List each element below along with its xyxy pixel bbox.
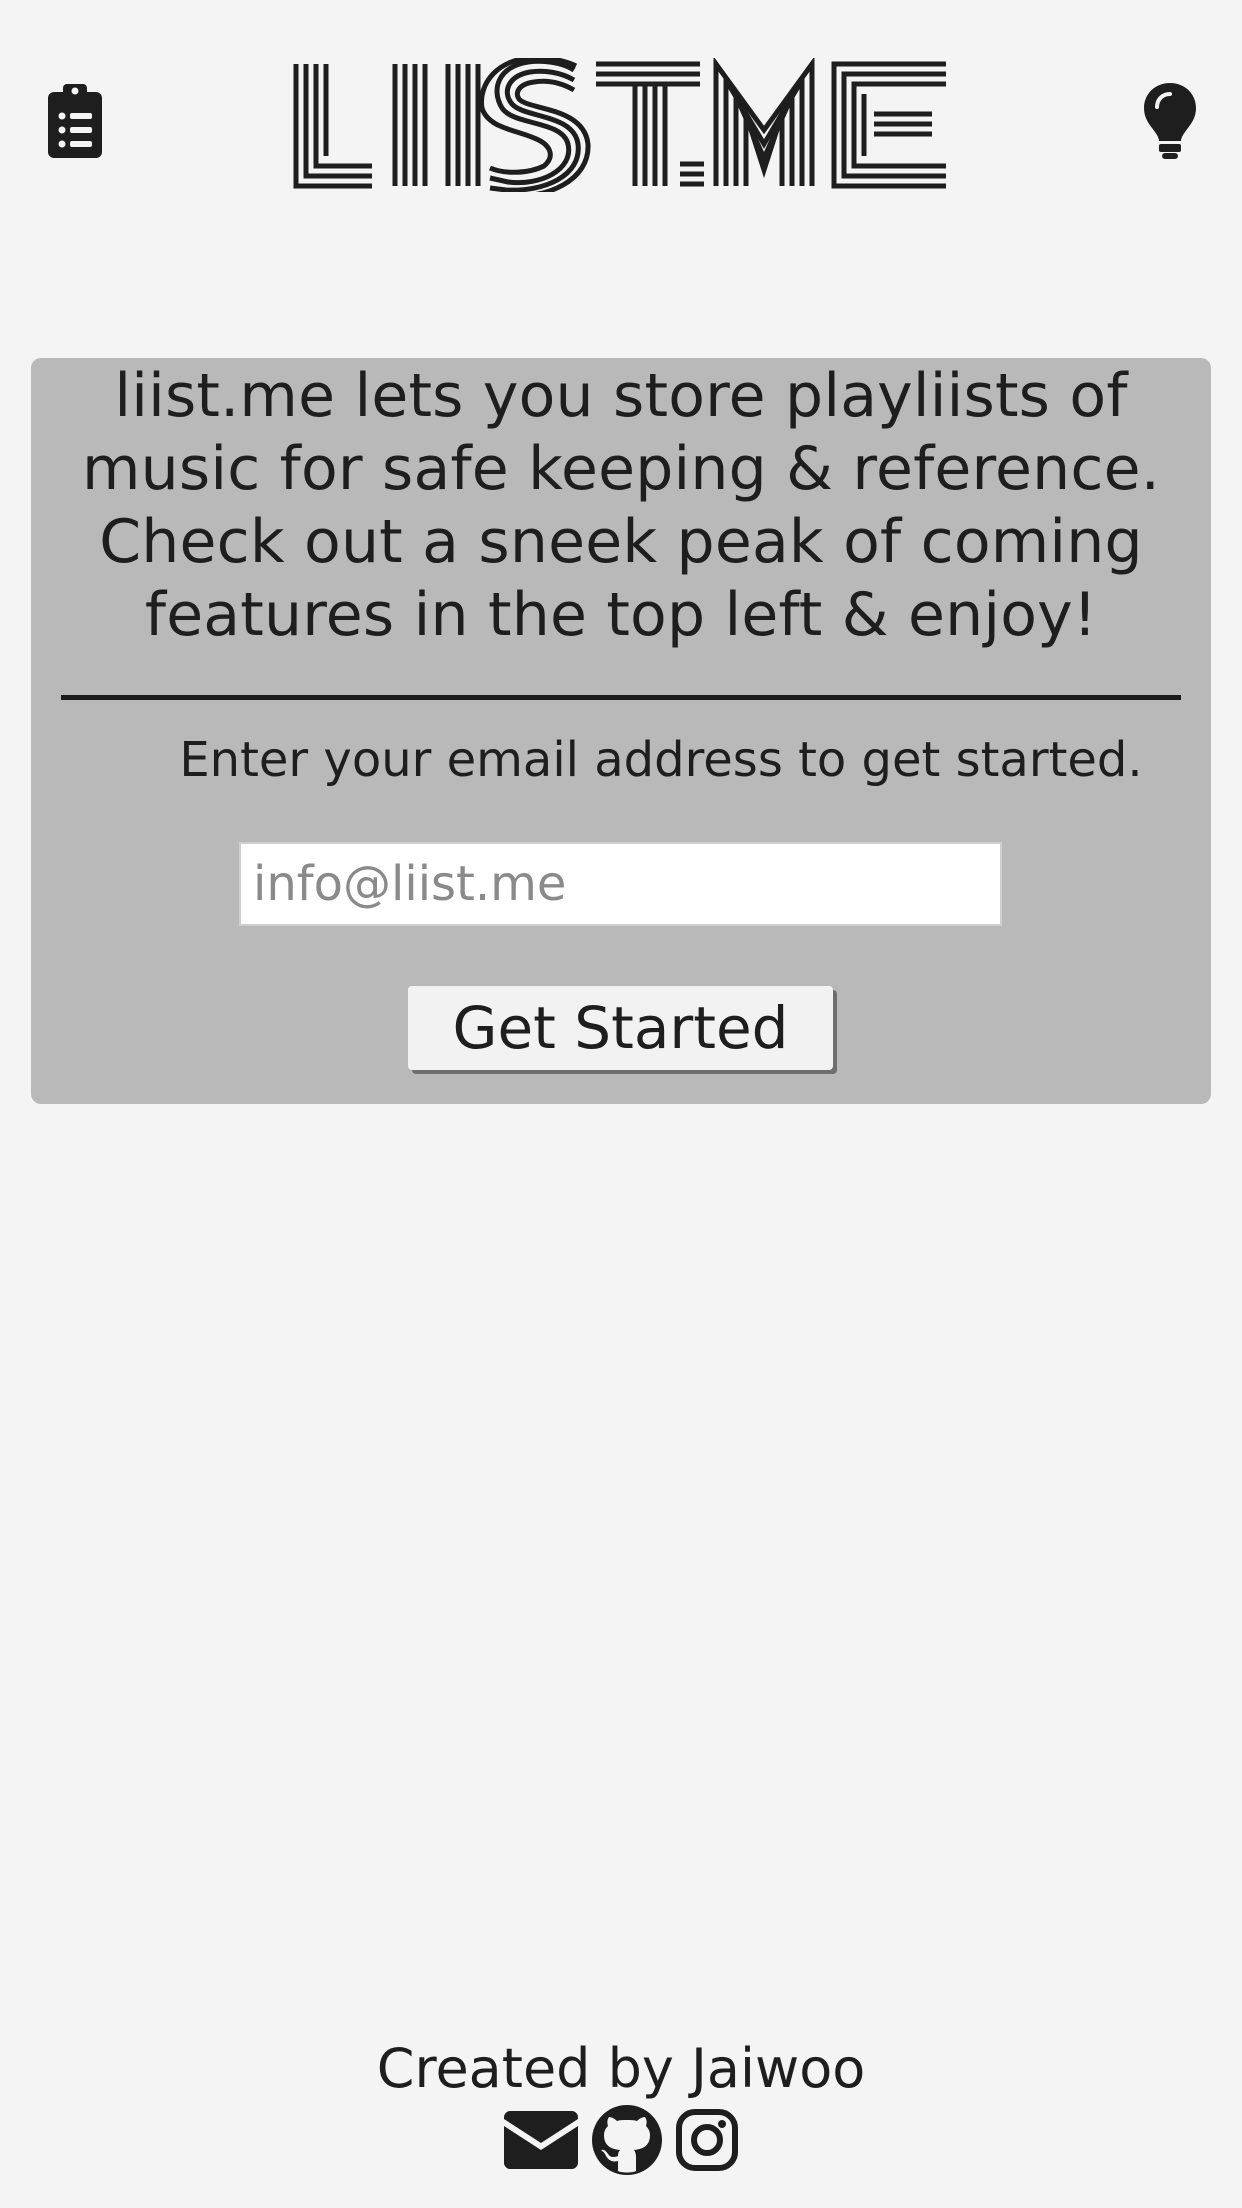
email-input[interactable]: [239, 842, 1002, 926]
logo-graphic: [293, 58, 946, 192]
header: [0, 0, 1242, 220]
footer-credit: Created by Jaiwoo: [376, 2037, 866, 2100]
get-started-button[interactable]: Get Started: [408, 986, 833, 1070]
instagram-icon[interactable]: [676, 2109, 738, 2171]
email-prompt: Enter your email address to get started.: [179, 732, 1143, 788]
social-links: [0, 2105, 1242, 2175]
logo: [292, 58, 950, 192]
intro-text: liist.me lets you store playliists of mu…: [82, 361, 1160, 650]
lightbulb-icon[interactable]: [1135, 80, 1205, 162]
github-icon[interactable]: [592, 2105, 662, 2175]
signup-card: liist.me lets you store playliists of mu…: [31, 358, 1211, 1104]
divider: [61, 695, 1181, 700]
envelope-icon[interactable]: [504, 2111, 578, 2169]
clipboard-list-icon[interactable]: [40, 80, 110, 162]
